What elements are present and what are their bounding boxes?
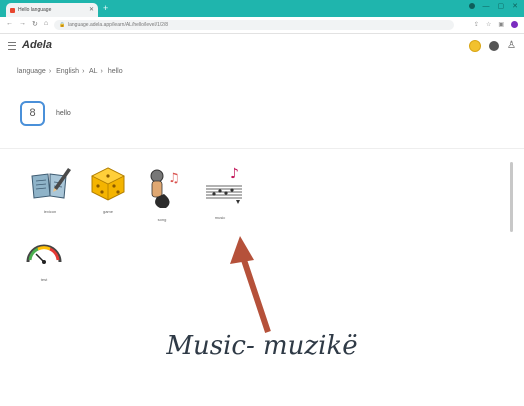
arrow-icon <box>230 236 271 333</box>
globe-icon[interactable] <box>489 41 500 51</box>
hamburger-menu-icon[interactable] <box>8 42 16 50</box>
extensions: ⇪ ☆ ▣ <box>474 21 518 28</box>
close-window-icon[interactable]: ✕ <box>512 2 518 10</box>
plus-icon[interactable]: + <box>103 3 108 13</box>
profile-avatar-icon[interactable] <box>511 21 518 28</box>
breadcrumb-item[interactable]: language <box>17 68 46 75</box>
address-bar: ← → ↻ ⌂ 🔒 language.adela.app/learn/AL/he… <box>0 17 524 34</box>
book-pencil-icon <box>31 168 71 199</box>
app-logo[interactable]: Adela <box>22 39 52 51</box>
minimize-icon[interactable]: — <box>483 3 490 10</box>
breadcrumb-item[interactable]: English <box>56 68 79 75</box>
reload-icon[interactable]: ↻ <box>32 20 38 28</box>
tab-close-icon[interactable]: ✕ <box>89 6 94 13</box>
breadcrumb: language › English › AL › hello <box>17 68 123 75</box>
share-icon[interactable]: ⇪ <box>474 21 479 28</box>
activity-card-game[interactable]: game <box>86 164 130 214</box>
header-actions: ♙ <box>469 40 516 52</box>
activity-card-test[interactable]: test <box>22 232 66 282</box>
maximize-icon[interactable]: ▢ <box>498 2 505 10</box>
card-label: lexicon <box>43 209 57 214</box>
home-icon[interactable]: ⌂ <box>44 20 48 28</box>
divider <box>0 148 524 149</box>
record-icon[interactable] <box>468 3 475 9</box>
activity-card-music[interactable]: ♪ music <box>198 164 242 220</box>
lock-icon: 🔒 <box>59 22 66 28</box>
nav-buttons: ← → ↻ ⌂ <box>6 20 48 28</box>
extension-icon[interactable]: ▣ <box>498 21 504 28</box>
forward-icon[interactable]: → <box>19 20 26 28</box>
card-label: test <box>40 277 48 282</box>
page-title: hello <box>56 110 71 117</box>
tab-title: Hello language <box>18 7 52 13</box>
browser-tab-bar: Hello language ✕ + — ▢ ✕ <box>0 0 524 17</box>
card-label: song <box>157 217 167 222</box>
coin-icon[interactable] <box>469 40 482 52</box>
activity-card-lexicon[interactable]: lexicon <box>28 164 72 214</box>
browser-tab[interactable]: Hello language ✕ <box>6 3 98 17</box>
favicon-icon <box>10 7 15 13</box>
dice-icon <box>91 167 125 201</box>
scrollbar[interactable] <box>510 162 513 232</box>
svg-text:♫: ♫ <box>168 171 180 186</box>
url-field[interactable]: 🔒 language.adela.app/learn/AL/hello/leve… <box>54 20 454 30</box>
url-text: language.adela.app/learn/AL/hello/level/… <box>68 22 169 28</box>
app-header: Adela ♙ <box>0 35 524 57</box>
back-icon[interactable]: ← <box>6 20 13 28</box>
music-staff-icon: ♪ <box>206 166 242 204</box>
activity-card-song[interactable]: ♫ song <box>140 164 184 222</box>
gauge-icon <box>26 244 62 264</box>
window-controls: — ▢ ✕ <box>468 2 518 10</box>
card-label: music <box>214 215 226 220</box>
svg-text:♪: ♪ <box>230 166 239 182</box>
star-icon[interactable]: ☆ <box>486 21 491 28</box>
card-label: game <box>102 209 113 214</box>
user-icon[interactable]: ♙ <box>507 40 516 52</box>
breadcrumb-item: hello <box>107 68 123 75</box>
breadcrumb-item[interactable]: AL <box>89 68 98 75</box>
level-badge: 8 <box>20 101 45 126</box>
microphone-music-icon: ♫ <box>150 169 180 208</box>
annotation-caption: Music- muzikë <box>166 331 358 361</box>
